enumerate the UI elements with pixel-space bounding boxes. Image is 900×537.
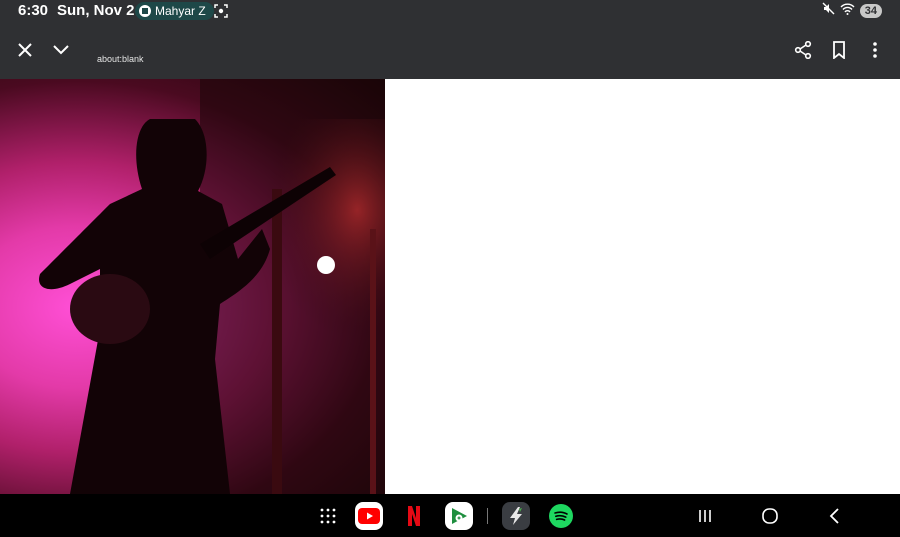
bolt-app-icon [510, 507, 522, 525]
navigation-bar [0, 494, 900, 537]
recents-button[interactable] [691, 502, 719, 530]
spotify-icon [139, 5, 151, 17]
youtube-app[interactable] [355, 502, 383, 530]
more-vert-icon [873, 42, 877, 58]
concert-photo [0, 79, 385, 494]
status-icons: 34 [822, 2, 882, 20]
bolt-app[interactable] [502, 502, 530, 530]
battery-indicator: 34 [859, 4, 882, 18]
share-icon [794, 41, 812, 59]
apps-grid-button[interactable] [314, 502, 342, 530]
youtube-app-icon [358, 508, 380, 524]
home-button[interactable] [756, 502, 784, 530]
netflix-app-icon [408, 506, 420, 526]
wifi-icon [840, 2, 855, 20]
share-button[interactable] [789, 36, 817, 64]
recents-icon [699, 510, 711, 522]
mute-icon [822, 2, 835, 20]
status-date: Sun, Nov 2 [57, 2, 135, 19]
bookmark-icon [833, 41, 845, 59]
bookmark-button[interactable] [825, 36, 853, 64]
url-label: about:blank [97, 54, 144, 64]
spotify-app[interactable] [547, 502, 575, 530]
spotify-app-icon [549, 504, 573, 528]
chevron-down-icon [53, 45, 69, 55]
back-button[interactable] [820, 502, 848, 530]
guitarist-silhouette [39, 79, 385, 494]
netflix-app[interactable] [400, 502, 428, 530]
status-time: 6:30 [18, 2, 49, 19]
media-pill-label: Mahyar Z [155, 4, 206, 18]
home-icon [762, 508, 778, 524]
close-icon [18, 43, 32, 57]
web-content [0, 79, 900, 494]
top-bar: 6:30 Sun, Nov 2 Mahyar Z 34 about:blank [0, 0, 900, 79]
screen-capture-icon [214, 4, 228, 23]
play-games-app-icon [452, 508, 467, 524]
apps-grid-icon [320, 508, 336, 524]
minimize-button[interactable] [47, 36, 75, 64]
back-icon [829, 508, 839, 524]
media-pill[interactable]: Mahyar Z [135, 2, 214, 20]
close-button[interactable] [11, 36, 39, 64]
dock-separator [487, 508, 488, 524]
more-options-button[interactable] [861, 36, 889, 64]
status-bar: 6:30 Sun, Nov 2 Mahyar Z 34 [0, 0, 900, 22]
play-games-app[interactable] [445, 502, 473, 530]
